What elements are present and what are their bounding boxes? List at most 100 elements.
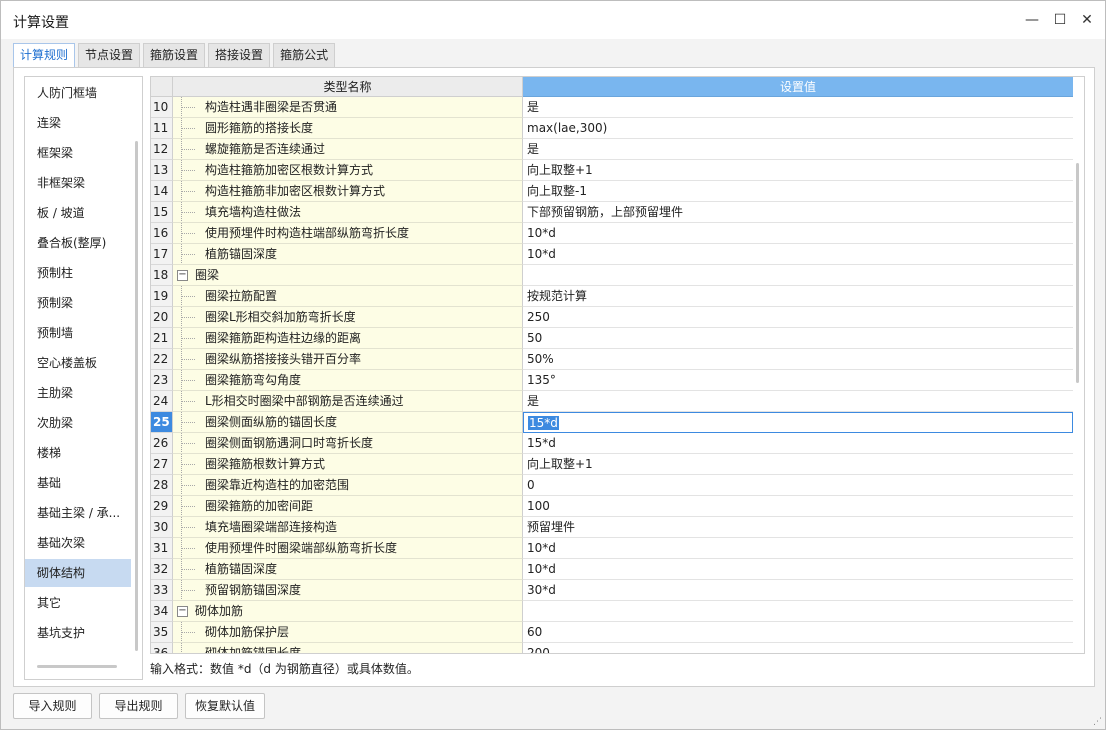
row-value-cell[interactable]: 0 (523, 475, 1073, 496)
row-value-cell[interactable]: 下部预留钢筋，上部预留埋件 (523, 202, 1073, 223)
table-row[interactable]: 19 圈梁拉筋配置 按规范计算 (151, 286, 1073, 307)
sidebar-item[interactable]: 基础次梁 (25, 529, 131, 557)
column-header-name[interactable]: 类型名称 (173, 77, 523, 97)
row-value-cell[interactable]: 按规范计算 (523, 286, 1073, 307)
grid-header: 类型名称 设置值 (151, 77, 1084, 97)
row-value-cell[interactable] (523, 601, 1073, 622)
sidebar-item[interactable]: 主肋梁 (25, 379, 131, 407)
tree-line (181, 107, 195, 108)
row-value-cell[interactable]: 10*d (523, 559, 1073, 580)
row-value-cell[interactable]: 100 (523, 496, 1073, 517)
sidebar-item[interactable]: 空心楼盖板 (25, 349, 131, 377)
row-value-cell[interactable]: 是 (523, 391, 1073, 412)
sidebar-item[interactable]: 基础主梁 / 承... (25, 499, 131, 527)
export-rules-button[interactable]: 导出规则 (99, 693, 178, 719)
sidebar-item[interactable]: 其它 (25, 589, 131, 617)
table-row[interactable]: 32 植筋锚固深度 10*d (151, 559, 1073, 580)
table-row[interactable]: 22 圈梁纵筋搭接接头错开百分率 50% (151, 349, 1073, 370)
row-value-cell[interactable]: 50 (523, 328, 1073, 349)
sidebar-item[interactable]: 框架梁 (25, 139, 131, 167)
sidebar-horizontal-scrollbar[interactable] (37, 665, 117, 668)
row-value-cell[interactable]: 向上取整+1 (523, 454, 1073, 475)
sidebar-item[interactable]: 预制柱 (25, 259, 131, 287)
tab-3[interactable]: 搭接设置 (208, 43, 271, 67)
sidebar-item[interactable]: 基础 (25, 469, 131, 497)
row-value-cell[interactable]: 向上取整-1 (523, 181, 1073, 202)
column-header-value[interactable]: 设置值 (523, 77, 1073, 97)
close-icon[interactable]: ✕ (1076, 9, 1098, 31)
import-rules-button[interactable]: 导入规则 (13, 693, 92, 719)
row-value-cell[interactable]: 50% (523, 349, 1073, 370)
minimize-icon[interactable]: — (1021, 9, 1043, 31)
table-row[interactable]: 34− 砌体加筋 (151, 601, 1073, 622)
table-row[interactable]: 12 螺旋箍筋是否连续通过 是 (151, 139, 1073, 160)
table-row[interactable]: 36 砌体加筋锚固长度 200 (151, 643, 1073, 654)
restore-defaults-button[interactable]: 恢复默认值 (185, 693, 265, 719)
table-row[interactable]: 15 填充墙构造柱做法 下部预留钢筋，上部预留埋件 (151, 202, 1073, 223)
row-value-cell[interactable]: 10*d (523, 244, 1073, 265)
table-row[interactable]: 35 砌体加筋保护层 60 (151, 622, 1073, 643)
sidebar-item[interactable]: 连梁 (25, 109, 131, 137)
row-name-label: 圈梁箍筋弯勾角度 (205, 373, 302, 387)
table-row[interactable]: 23 圈梁箍筋弯勾角度 135° (151, 370, 1073, 391)
tab-2[interactable]: 箍筋设置 (143, 43, 206, 67)
sidebar-item[interactable]: 次肋梁 (25, 409, 131, 437)
table-row[interactable]: 31 使用预埋件时圈梁端部纵筋弯折长度 10*d (151, 538, 1073, 559)
row-value-cell[interactable]: 200 (523, 643, 1073, 653)
row-value-cell[interactable]: 10*d (523, 538, 1073, 559)
sidebar-vertical-scrollbar[interactable] (135, 141, 138, 651)
sidebar-item[interactable]: 人防门框墙 (25, 79, 131, 107)
row-value-cell[interactable]: 预留埋件 (523, 517, 1073, 538)
grid-vertical-scrollbar[interactable] (1076, 163, 1079, 383)
table-row[interactable]: 25 圈梁侧面纵筋的锚固长度 15*d (151, 412, 1073, 433)
table-row[interactable]: 18− 圈梁 (151, 265, 1073, 286)
table-row[interactable]: 10 构造柱遇非圈梁是否贯通 是 (151, 97, 1073, 118)
row-value-cell[interactable]: 向上取整+1 (523, 160, 1073, 181)
row-value-cell[interactable]: 30*d (523, 580, 1073, 601)
table-row[interactable]: 29 圈梁箍筋的加密间距 100 (151, 496, 1073, 517)
resize-grip-icon[interactable]: ⋰ (1093, 717, 1103, 727)
row-name-cell: 螺旋箍筋是否连续通过 (173, 139, 523, 160)
row-value-cell[interactable]: 10*d (523, 223, 1073, 244)
row-value-cell[interactable]: 15*d (523, 433, 1073, 454)
row-value-cell[interactable] (523, 265, 1073, 286)
sidebar-item[interactable]: 基坑支护 (25, 619, 131, 647)
sidebar-item[interactable]: 楼梯 (25, 439, 131, 467)
table-row[interactable]: 14 构造柱箍筋非加密区根数计算方式 向上取整-1 (151, 181, 1073, 202)
tab-4[interactable]: 箍筋公式 (273, 43, 336, 67)
row-value-cell[interactable]: 250 (523, 307, 1073, 328)
table-row[interactable]: 11 圆形箍筋的搭接长度 max(lae,300) (151, 118, 1073, 139)
table-row[interactable]: 17 植筋锚固深度 10*d (151, 244, 1073, 265)
collapse-icon[interactable]: − (177, 270, 188, 281)
row-value-cell[interactable]: 是 (523, 139, 1073, 160)
table-row[interactable]: 13 构造柱箍筋加密区根数计算方式 向上取整+1 (151, 160, 1073, 181)
row-name-label: 圈梁L形相交斜加筋弯折长度 (205, 310, 356, 324)
table-row[interactable]: 16 使用预埋件时构造柱端部纵筋弯折长度 10*d (151, 223, 1073, 244)
table-row[interactable]: 28 圈梁靠近构造柱的加密范围 0 (151, 475, 1073, 496)
sidebar-item[interactable]: 板 / 坡道 (25, 199, 131, 227)
tab-1[interactable]: 节点设置 (78, 43, 141, 67)
tree-line (181, 653, 195, 654)
sidebar-item[interactable]: 叠合板(整厚) (25, 229, 131, 257)
row-value-cell[interactable]: max(lae,300) (523, 118, 1073, 139)
row-name-label: 砌体加筋锚固长度 (205, 646, 302, 654)
sidebar-item[interactable]: 非框架梁 (25, 169, 131, 197)
row-value-cell[interactable]: 60 (523, 622, 1073, 643)
maximize-icon[interactable]: ☐ (1049, 9, 1071, 31)
sidebar-item[interactable]: 预制墙 (25, 319, 131, 347)
table-row[interactable]: 21 圈梁箍筋距构造柱边缘的距离 50 (151, 328, 1073, 349)
table-row[interactable]: 33 预留钢筋锚固深度 30*d (151, 580, 1073, 601)
tab-0[interactable]: 计算规则 (13, 43, 76, 68)
table-row[interactable]: 24 L形相交时圈梁中部钢筋是否连续通过 是 (151, 391, 1073, 412)
table-row[interactable]: 26 圈梁侧面钢筋遇洞口时弯折长度 15*d (151, 433, 1073, 454)
table-row[interactable]: 20 圈梁L形相交斜加筋弯折长度 250 (151, 307, 1073, 328)
sidebar-item[interactable]: 预制梁 (25, 289, 131, 317)
row-value-cell[interactable]: 135° (523, 370, 1073, 391)
table-row[interactable]: 27 圈梁箍筋根数计算方式 向上取整+1 (151, 454, 1073, 475)
row-value-cell[interactable]: 15*d (523, 412, 1073, 433)
table-row[interactable]: 30 填充墙圈梁端部连接构造 预留埋件 (151, 517, 1073, 538)
sidebar-item[interactable]: 砌体结构 (25, 559, 131, 587)
tree-line (181, 170, 195, 171)
row-value-cell[interactable]: 是 (523, 97, 1073, 118)
collapse-icon[interactable]: − (177, 606, 188, 617)
